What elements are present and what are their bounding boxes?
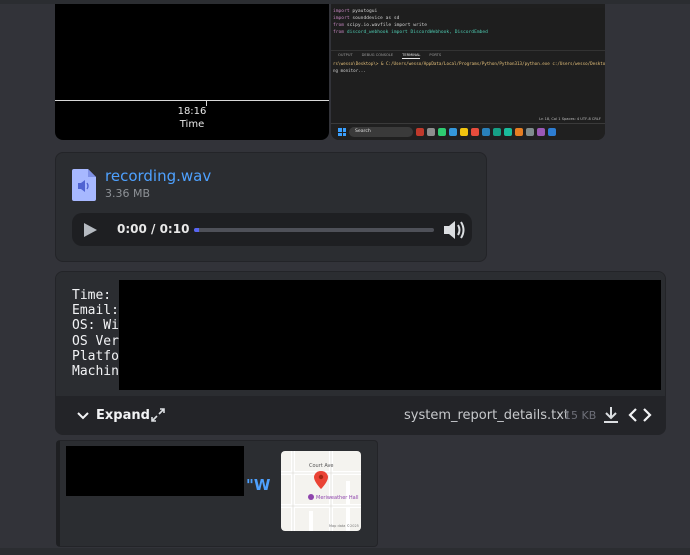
terminal-tab-output: OUTPUT [338, 53, 353, 57]
text-preview-lines: Time: Email: OS: Wi OS Ver Platfo Machin [72, 288, 119, 379]
view-code-icon[interactable] [628, 405, 652, 425]
editor-status-bar: Ln 18, Col 1 Spaces: 4 UTF-8 CRLF [539, 117, 601, 121]
windows-taskbar: Search [331, 123, 605, 140]
image-attachment-screenshot[interactable]: import pyautogui import sounddevice as s… [331, 4, 605, 140]
audio-file-icon [72, 169, 96, 201]
expand-label: Expand [96, 408, 150, 423]
audio-attachment: recording.wav 3.36 MB 0:00 / 0:10 [55, 152, 487, 262]
code-editor-area: import pyautogui import sounddevice as s… [331, 8, 605, 50]
code-line: import pyautogui [333, 9, 378, 14]
chart-x-axis-title: Time [179, 119, 205, 130]
map-thumbnail[interactable]: Court Ave Meriweather Hall Map data ©202… [281, 451, 361, 531]
terminal-tab-debug: DEBUG CONSOLE [361, 53, 394, 57]
redaction-block [66, 446, 244, 496]
download-icon[interactable] [601, 405, 621, 425]
preview-line: Machin [72, 364, 119, 380]
text-file-size: 15 KB [564, 409, 597, 422]
map-attribution: Map data ©2025 [329, 524, 359, 528]
audio-progress-fill [194, 228, 199, 232]
text-file-name[interactable]: system_report_details.txt [404, 408, 569, 423]
volume-icon[interactable] [443, 220, 465, 240]
vscode-icon [548, 128, 556, 136]
map-place-label: Meriweather Hall [316, 495, 359, 501]
terminal-tab-ports: PORTS [429, 53, 442, 57]
windows-start-icon [338, 128, 346, 136]
bottom-strip [0, 548, 690, 555]
text-file-attachment: Time: Email: OS: Wi OS Ver Platfo Machin… [55, 271, 666, 435]
app-icon [482, 128, 490, 136]
code-line: from discord_webhook import DiscordWebho… [333, 30, 488, 35]
audio-file-name[interactable]: recording.wav [105, 167, 211, 185]
image-attachment-chart[interactable]: 18:16 Time [55, 4, 329, 140]
terminal-line: rs\wesso\Desktop\> & C:/Users/wesso/AppD… [333, 61, 605, 66]
redaction-block [119, 280, 661, 390]
link-embed: "W Court Ave Meriweather Hall Map data ©… [56, 440, 378, 547]
preview-line: OS Ver [72, 333, 119, 349]
audio-player: 0:00 / 0:10 [72, 213, 472, 246]
chart-x-axis [55, 100, 329, 101]
code-line: import sounddevice as sd [333, 16, 400, 21]
edge-icon [438, 128, 446, 136]
audio-time-readout: 0:00 / 0:10 [117, 222, 190, 236]
app-icon [427, 128, 435, 136]
text-file-footer: Expand system_report_details.txt 15 KB [56, 396, 665, 434]
preview-line: Time: [72, 288, 112, 303]
chevron-down-icon [77, 411, 89, 419]
app-icon [449, 128, 457, 136]
app-icon [537, 128, 545, 136]
fullscreen-icon[interactable] [150, 407, 166, 423]
play-button[interactable] [82, 222, 98, 238]
map-street-label: Court Ave [309, 463, 334, 469]
taskbar-search: Search [349, 127, 413, 137]
terminal-line: ng monitor... [333, 68, 366, 73]
settings-icon [526, 128, 534, 136]
app-icon [416, 128, 424, 136]
audio-file-size: 3.36 MB [105, 187, 151, 200]
preview-line: OS: Wi [72, 318, 119, 334]
terminal-body: rs\wesso\Desktop\> & C:/Users/wesso/AppD… [331, 60, 605, 110]
folder-icon [460, 128, 468, 136]
app-icon [504, 128, 512, 136]
chart-x-tick-label: 18:16 [177, 106, 207, 117]
expand-button[interactable]: Expand [76, 408, 150, 423]
terminal-tab-terminal: TERMINAL [402, 53, 421, 59]
audio-progress-bar[interactable] [194, 228, 434, 232]
terminal-tabs: OUTPUT DEBUG CONSOLE TERMINAL PORTS [331, 50, 605, 59]
chrome-icon [515, 128, 523, 136]
app-icon [493, 128, 501, 136]
text-file-preview: Time: Email: OS: Wi OS Ver Platfo Machin [56, 272, 665, 396]
app-icon [471, 128, 479, 136]
embed-link-text[interactable]: "W [246, 476, 270, 494]
preview-line: Email: [72, 303, 119, 319]
preview-line: Platfo [72, 348, 119, 364]
code-line: from scipy.io.wavfile import write [333, 23, 428, 28]
